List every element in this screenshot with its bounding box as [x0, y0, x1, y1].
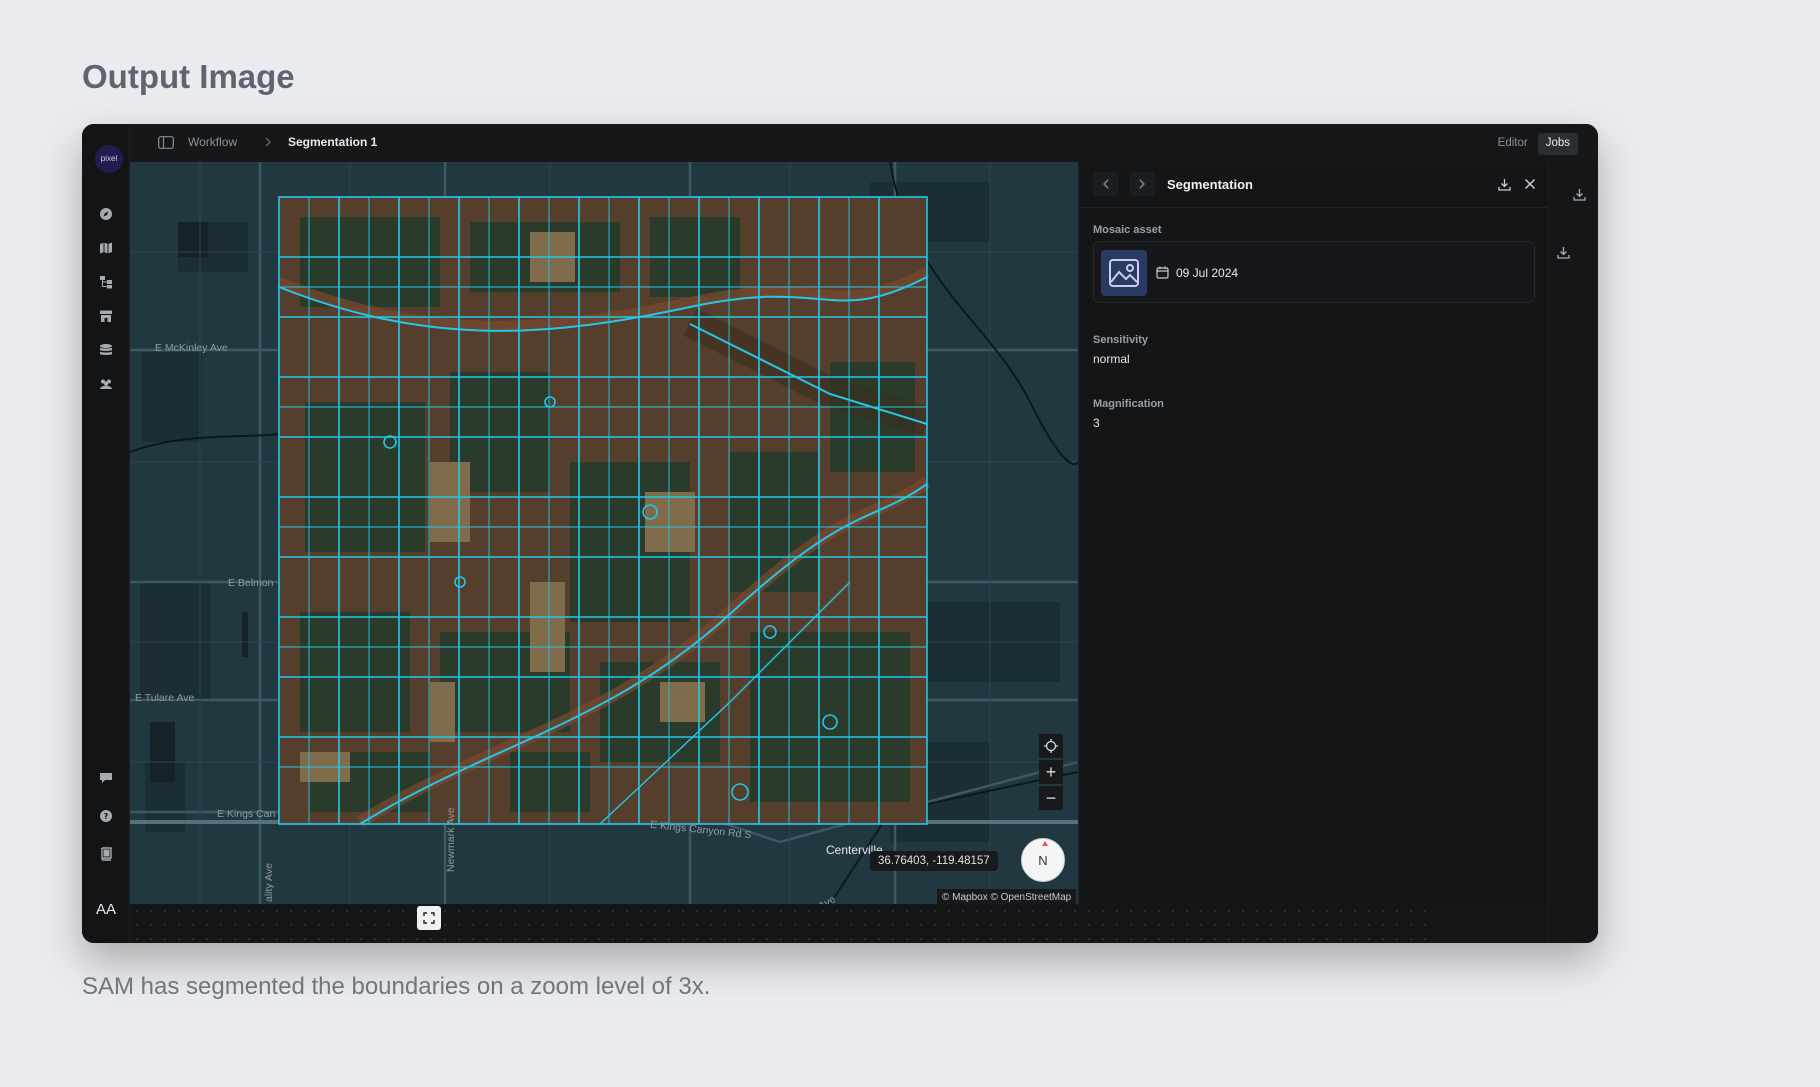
compass-button[interactable]: N — [1021, 838, 1065, 882]
zoom-in-button[interactable]: + — [1039, 760, 1063, 784]
docs-icon[interactable] — [98, 846, 114, 862]
bottom-strip — [130, 904, 1430, 943]
left-rail: pixel ? AA — [82, 124, 130, 943]
app-window: pixel ? AA Workflow Segmentation 1 Edito… — [82, 124, 1598, 943]
fullscreen-icon[interactable] — [417, 906, 441, 930]
svg-text:?: ? — [104, 812, 109, 821]
avatar[interactable]: AA — [90, 894, 122, 926]
mosaic-date: 09 Jul 2024 — [1176, 266, 1239, 280]
prev-button[interactable] — [1093, 172, 1119, 196]
top-bar: Workflow Segmentation 1 Editor Jobs — [130, 124, 1598, 162]
chevron-right-icon — [263, 135, 273, 149]
road-label: ality Ave — [263, 863, 275, 902]
calendar-icon — [1156, 266, 1169, 279]
next-button[interactable] — [1129, 172, 1155, 196]
mode-tabs: Editor Jobs — [1490, 133, 1578, 155]
tab-jobs[interactable]: Jobs — [1537, 133, 1578, 155]
mosaic-asset-label: Mosaic asset — [1093, 224, 1162, 236]
road-label: E Kings Can — [217, 808, 276, 820]
caption: SAM has segmented the boundaries on a zo… — [82, 973, 711, 1000]
app-logo[interactable]: pixel — [95, 145, 123, 173]
workflow-icon[interactable] — [98, 274, 114, 290]
panel-header: Segmentation — [1079, 162, 1549, 208]
road-label: E Tulare Ave — [135, 692, 195, 704]
right-gutter — [1548, 162, 1598, 943]
mosaic-asset-card[interactable]: 09 Jul 2024 — [1093, 241, 1535, 303]
map-canvas[interactable]: E McKinley Ave E Belmon E Tulare Ave E K… — [130, 162, 1078, 904]
locate-icon[interactable] — [1039, 734, 1063, 758]
sensitivity-value: normal — [1093, 352, 1130, 366]
map-basemap — [130, 162, 1078, 904]
panel-title: Segmentation — [1167, 177, 1253, 192]
download-icon[interactable] — [1497, 177, 1511, 191]
download-icon[interactable] — [1557, 246, 1571, 260]
help-icon[interactable]: ? — [98, 808, 114, 824]
breadcrumb-current: Segmentation 1 — [288, 135, 378, 149]
map-icon[interactable] — [98, 240, 114, 256]
image-icon — [1101, 250, 1147, 296]
map-attribution[interactable]: © Mapbox © OpenStreetMap — [937, 889, 1077, 904]
compass-icon[interactable] — [98, 206, 114, 222]
magnification-value: 3 — [1093, 416, 1100, 430]
breadcrumb-workflow[interactable]: Workflow — [188, 135, 237, 149]
database-icon[interactable] — [98, 342, 114, 358]
sensitivity-label: Sensitivity — [1093, 334, 1149, 346]
team-icon[interactable] — [98, 376, 114, 392]
segmentation-panel: Segmentation Mosaic asset 09 Jul 2024 Se… — [1078, 162, 1549, 904]
page-heading: Output Image — [82, 58, 295, 95]
magnification-label: Magnification — [1093, 398, 1164, 410]
compass-label: N — [1038, 853, 1048, 868]
road-label: E Belmon — [228, 577, 274, 589]
tab-editor[interactable]: Editor — [1490, 133, 1536, 155]
road-label: E McKinley Ave — [155, 342, 228, 354]
close-icon[interactable] — [1523, 177, 1537, 191]
download-icon[interactable] — [1573, 188, 1587, 202]
sidebar-toggle-icon[interactable] — [158, 136, 174, 149]
coordinate-readout: 36.76403, -119.48157 — [870, 851, 998, 871]
zoom-out-button[interactable]: − — [1039, 786, 1063, 810]
road-label: Newmark Ave — [445, 807, 457, 872]
store-icon[interactable] — [98, 308, 114, 324]
feedback-icon[interactable] — [98, 770, 114, 786]
